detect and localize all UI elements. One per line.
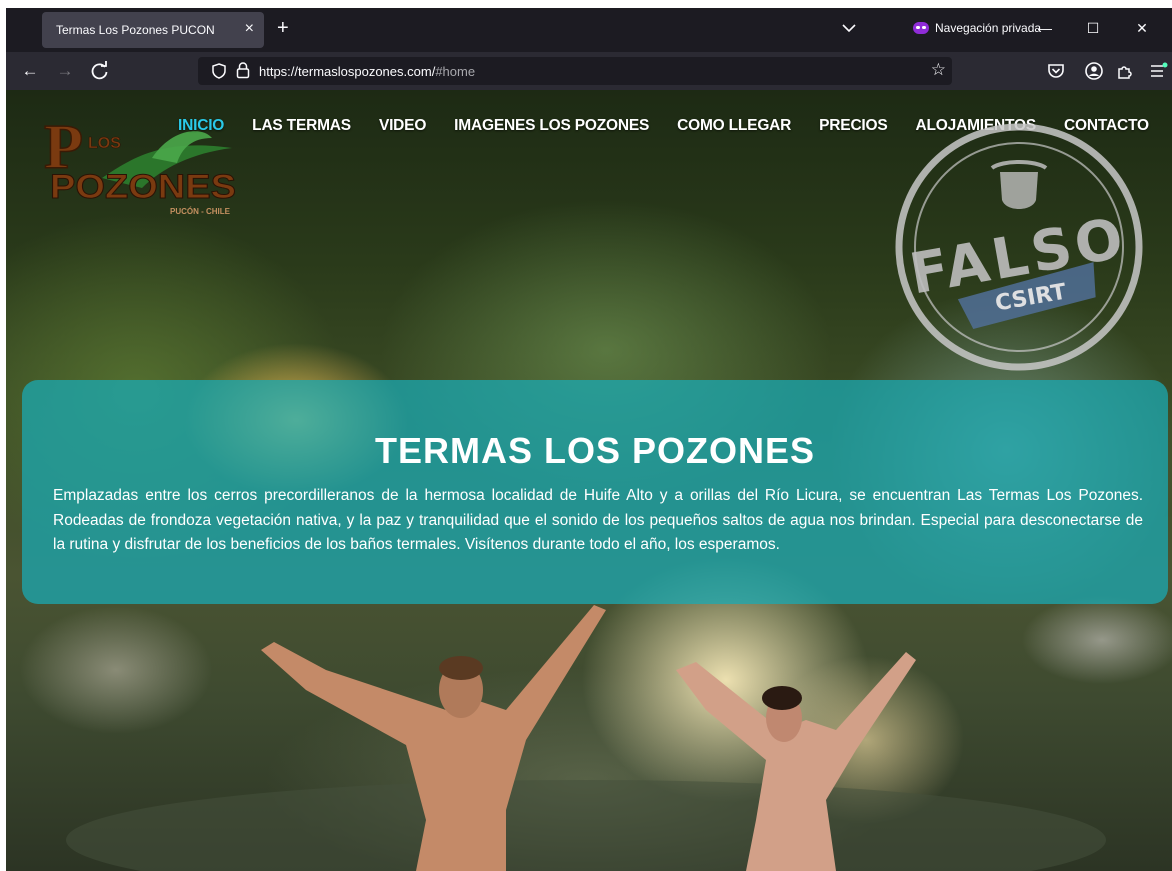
menu-item-imagenes[interactable]: IMAGENES LOS POZONES (454, 117, 649, 135)
tracking-protection-shield-icon[interactable] (212, 63, 226, 79)
address-bar[interactable]: https://termaslospozones.com/#home ☆ (198, 57, 952, 85)
menu-item-video[interactable]: VIDEO (379, 117, 426, 135)
banner-title: TERMAS LOS POZONES (374, 430, 816, 471)
banner-description: Emplazadas entre los cerros precordiller… (53, 487, 1143, 553)
logo-location-text: PUCÓN - CHILE (170, 207, 231, 216)
logo-pozones-text: POZONES (50, 168, 236, 206)
navigation-toolbar: ← → https://termaslospozones.com/#home ☆ (6, 52, 1172, 90)
list-all-tabs-chevron-icon[interactable] (840, 19, 858, 37)
browser-tab[interactable]: Termas Los Pozones PUCON × (42, 12, 264, 48)
tab-title: Termas Los Pozones PUCON (56, 23, 215, 37)
back-arrow-icon[interactable]: ← (18, 59, 42, 83)
menu-hamburger-icon[interactable] (1148, 61, 1168, 81)
url-text[interactable]: https://termaslospozones.com/#home (259, 64, 475, 79)
account-icon[interactable] (1084, 61, 1104, 81)
private-browsing-indicator: Navegación privada (913, 21, 1041, 35)
url-host: https://termaslospozones.com/ (259, 64, 436, 79)
url-fragment: #home (435, 64, 476, 79)
logo-los-text: LOS (88, 135, 121, 152)
new-tab-button[interactable]: + (277, 17, 289, 39)
forward-arrow-icon[interactable]: → (53, 59, 77, 83)
minimize-button[interactable]: — (1033, 16, 1057, 40)
menu-item-las-termas[interactable]: LAS TERMAS (252, 117, 351, 135)
maximize-button[interactable]: ☐ (1081, 16, 1105, 40)
falso-csirt-stamp: FALSO CSIRT (895, 123, 1143, 371)
menu-item-precios[interactable]: PRECIOS (819, 117, 888, 135)
close-window-button[interactable]: ✕ (1130, 16, 1154, 40)
bathers-photo (66, 605, 1106, 871)
intro-banner: TERMAS LOS POZONES Emplazadas entre los … (22, 380, 1168, 604)
lock-icon[interactable] (236, 62, 250, 79)
menu-item-como-llegar[interactable]: COMO LLEGAR (677, 117, 791, 135)
reload-icon[interactable] (88, 59, 112, 83)
tab-strip: Termas Los Pozones PUCON × + Navegación … (6, 8, 1172, 52)
bookmark-star-icon[interactable]: ☆ (931, 60, 946, 80)
extensions-icon[interactable] (1115, 61, 1135, 81)
menu-item-inicio[interactable]: INICIO (178, 117, 224, 135)
browser-window: Termas Los Pozones PUCON × + Navegación … (6, 8, 1172, 871)
pocket-icon[interactable] (1046, 61, 1066, 81)
private-mask-icon (913, 22, 929, 34)
web-page: P LOS POZONES PUCÓN - CHILE INICIO LAS T… (6, 90, 1172, 871)
private-browsing-label: Navegación privada (935, 21, 1042, 35)
tab-close-icon[interactable]: × (245, 20, 254, 38)
